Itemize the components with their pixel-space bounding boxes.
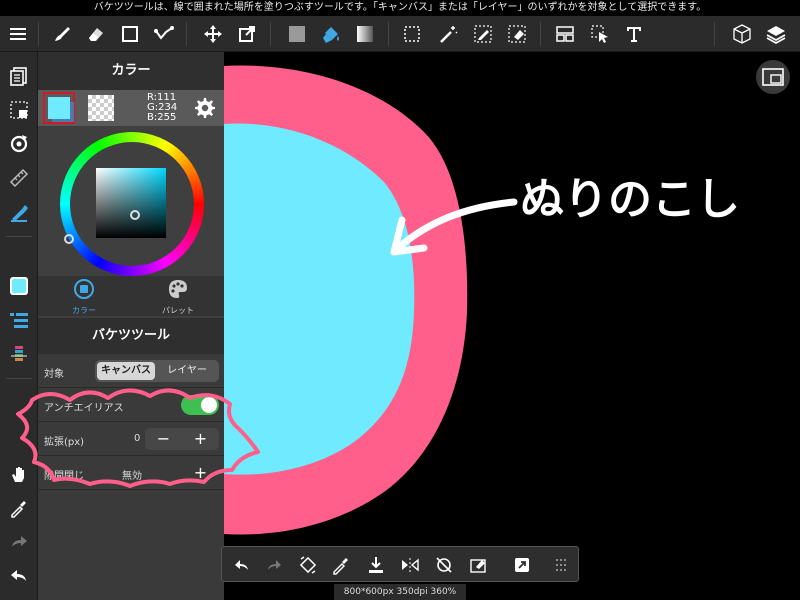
rectangle-icon[interactable] [116,20,144,48]
color-panel-title: カラー [38,52,224,90]
target-label: 対象 [44,369,64,380]
text-icon[interactable] [620,20,648,48]
clear-icon[interactable] [464,551,492,579]
toolbar-divider [186,22,187,46]
canvas-info: 800*600px 350dpi 360% [334,584,466,600]
transform-rotate-icon[interactable] [294,551,322,579]
target-segmented-control: キャンバス レイヤー [95,360,219,382]
expand-value: 0 [134,433,141,444]
tool-panel: カラー R:111 G:234 B:255 カラー パレット バケツツール 対象… [38,52,224,600]
status-message: バケツツールは、線で囲まれた場所を塗りつぶすツールです。「キャンバス」または「レ… [0,0,800,16]
sidebar-divider [6,378,32,379]
brush-list-icon[interactable] [5,306,33,334]
redo-icon[interactable] [5,528,33,556]
transform-icon[interactable] [233,20,261,48]
undo-icon[interactable] [5,562,33,590]
sidebar-divider [6,236,32,237]
expand-minus-button[interactable]: − [145,428,182,450]
toolbar-divider [388,22,389,46]
stabilizer-pen-icon[interactable] [5,198,33,226]
navigator-icon [762,68,784,86]
toolbar-divider [270,22,271,46]
tab-color[interactable]: カラー [44,278,124,315]
antialias-label: アンチエイリアス [44,403,124,414]
move-icon[interactable] [199,20,227,48]
pages-icon[interactable] [5,62,33,90]
toolbar-divider [540,22,541,46]
gap-close-value: 無効 [122,471,142,482]
layer-list-icon[interactable] [5,340,33,368]
rgb-readout: R:111 G:234 B:255 [147,93,177,123]
eyedropper-icon[interactable] [5,494,33,522]
menu-icon[interactable] [4,20,32,48]
transparent-color-swatch[interactable] [88,95,114,121]
layers-icon[interactable] [762,20,790,48]
target-option-canvas[interactable]: キャンバス [97,362,155,380]
swatch-fill [48,97,70,119]
share-icon[interactable] [508,551,536,579]
select-eraser-icon[interactable] [503,20,531,48]
drawing-canvas[interactable]: ぬりのこし [224,52,800,600]
eyedropper-icon[interactable] [327,551,355,579]
sv-knob[interactable] [64,234,74,244]
rotate-icon[interactable] [5,130,33,158]
gear-icon[interactable] [192,96,216,120]
target-row: 対象 キャンバス レイヤー [38,354,224,388]
expand-stepper: − + [145,428,219,450]
gap-close-row: 隙間閉じ 無効 + [38,456,224,490]
canvas-artwork: ぬりのこし [224,65,740,535]
color-tab-icon [74,279,94,299]
bucket-icon[interactable] [317,20,345,48]
bottom-toolbar [221,546,579,582]
target-option-layer[interactable]: レイヤー [157,362,217,380]
color-row: R:111 G:234 B:255 [38,90,224,126]
expand-label: 拡張(px) [44,437,85,448]
select-icon[interactable] [398,20,426,48]
brush-icon[interactable] [48,20,76,48]
palette-icon [169,280,187,298]
hue-knob[interactable] [130,210,140,220]
annotation-text: ぬりのこし [520,174,740,225]
main-toolbar [0,16,800,52]
3d-object-icon[interactable] [728,20,756,48]
gradient-icon[interactable] [351,20,379,48]
antialias-row: アンチエイリアス [38,388,224,422]
left-sidebar [0,52,38,600]
eraser-icon[interactable] [82,20,110,48]
save-download-icon[interactable] [362,551,390,579]
navigator-button[interactable] [756,60,790,94]
selection-layer-icon[interactable] [5,96,33,124]
select-arrow-icon[interactable] [586,20,614,48]
hand-icon[interactable] [5,460,33,488]
main-color-swatch[interactable] [43,92,75,124]
expand-plus-button[interactable]: + [182,428,219,450]
rgb-b: B:255 [147,112,177,123]
gap-close-label: 隙間閉じ [44,471,84,482]
select-pen-icon[interactable] [469,20,497,48]
gap-close-plus-button[interactable]: + [182,462,219,484]
toolbar-divider [714,22,715,46]
undo-icon[interactable] [228,551,256,579]
magic-wand-icon[interactable] [434,20,462,48]
saturation-value-square[interactable] [96,168,166,238]
more-grid-icon[interactable] [547,551,575,579]
rotation-reset-icon[interactable] [430,551,458,579]
flip-horizontal-icon[interactable] [396,551,424,579]
color-tabs: カラー パレット [38,276,224,316]
toolbar-divider [38,22,39,46]
fill-color-icon[interactable] [283,20,311,48]
tab-color-label: カラー [72,306,96,315]
bucket-tool-title: バケツツール [38,318,224,354]
antialias-toggle[interactable] [181,395,219,415]
toggle-knob [201,397,217,413]
ruler-icon[interactable] [5,164,33,192]
layer-layout-icon[interactable] [551,20,579,48]
redo-icon[interactable] [260,551,288,579]
gap-close-stepper: + [145,462,219,484]
tab-palette[interactable]: パレット [138,278,218,315]
expand-row: 拡張(px) 0 − + [38,422,224,456]
color-swatch-icon[interactable] [5,272,33,300]
line-icon[interactable] [150,20,178,48]
tab-palette-label: パレット [162,306,194,315]
